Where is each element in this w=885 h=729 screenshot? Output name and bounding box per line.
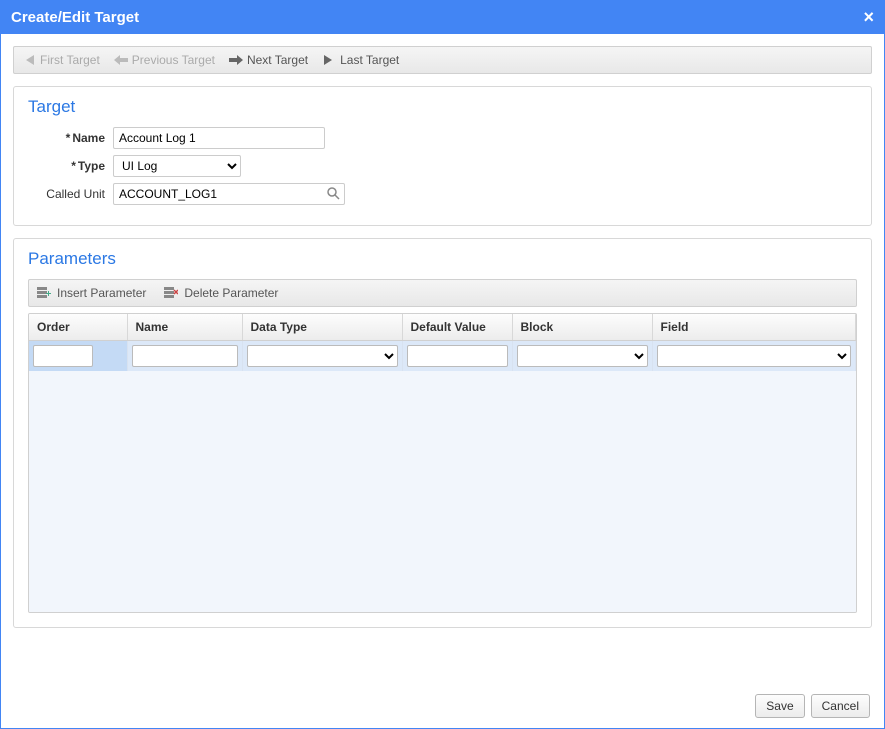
default-value-input[interactable] [407,345,508,367]
last-icon [322,54,336,66]
target-section-title: Target [28,97,857,117]
name-input[interactable] [113,127,325,149]
arrow-left-icon [114,55,128,65]
type-label: *Type [28,159,113,173]
first-target-label: First Target [40,53,100,67]
called-unit-wrap [113,183,345,205]
data-type-select[interactable] [247,345,398,367]
col-data-type: Data Type [242,314,402,341]
parameters-toolbar: Insert Parameter Delete Parameter [28,279,857,307]
dialog-footer: Save Cancel [755,694,870,718]
col-order: Order [29,314,127,341]
order-input[interactable] [33,345,93,367]
target-section: Target *Name *Type UI Log Called Unit [13,86,872,226]
insert-parameter-label: Insert Parameter [57,286,146,300]
called-unit-label: Called Unit [28,187,113,201]
parameters-section: Parameters Insert Parameter Delete Param… [13,238,872,628]
last-target-button[interactable]: Last Target [322,53,399,67]
table-header-row: Order Name Data Type Default Value Block… [29,314,856,341]
called-unit-input[interactable] [113,183,345,205]
last-target-label: Last Target [340,53,399,67]
parameters-section-title: Parameters [28,249,857,269]
create-edit-target-dialog: Create/Edit Target × First Target Previo… [0,0,885,729]
save-button[interactable]: Save [755,694,804,718]
table-row[interactable] [29,341,856,372]
insert-parameter-button[interactable]: Insert Parameter [37,286,146,300]
col-default-value: Default Value [402,314,512,341]
delete-row-icon [164,287,178,299]
type-select[interactable]: UI Log [113,155,241,177]
first-icon [22,54,36,66]
insert-row-icon [37,287,51,299]
search-icon[interactable] [327,187,340,200]
next-target-label: Next Target [247,53,308,67]
arrow-right-icon [229,55,243,65]
dialog-body: First Target Previous Target Next Target… [1,34,884,640]
first-target-button[interactable]: First Target [22,53,100,67]
name-label: *Name [28,131,113,145]
block-select[interactable] [517,345,648,367]
navigation-toolbar: First Target Previous Target Next Target… [13,46,872,74]
previous-target-button[interactable]: Previous Target [114,53,215,67]
param-name-input[interactable] [132,345,238,367]
col-name: Name [127,314,242,341]
dialog-title: Create/Edit Target [11,9,139,26]
col-field: Field [652,314,856,341]
col-block: Block [512,314,652,341]
close-icon[interactable]: × [863,7,874,28]
delete-parameter-label: Delete Parameter [184,286,278,300]
delete-parameter-button[interactable]: Delete Parameter [164,286,278,300]
called-unit-row: Called Unit [28,183,857,205]
parameters-table: Order Name Data Type Default Value Block… [28,313,857,613]
name-row: *Name [28,127,857,149]
type-row: *Type UI Log [28,155,857,177]
field-select[interactable] [657,345,852,367]
cancel-button[interactable]: Cancel [811,694,870,718]
next-target-button[interactable]: Next Target [229,53,308,67]
table-body-empty [29,371,856,613]
dialog-header: Create/Edit Target × [1,1,884,34]
previous-target-label: Previous Target [132,53,215,67]
